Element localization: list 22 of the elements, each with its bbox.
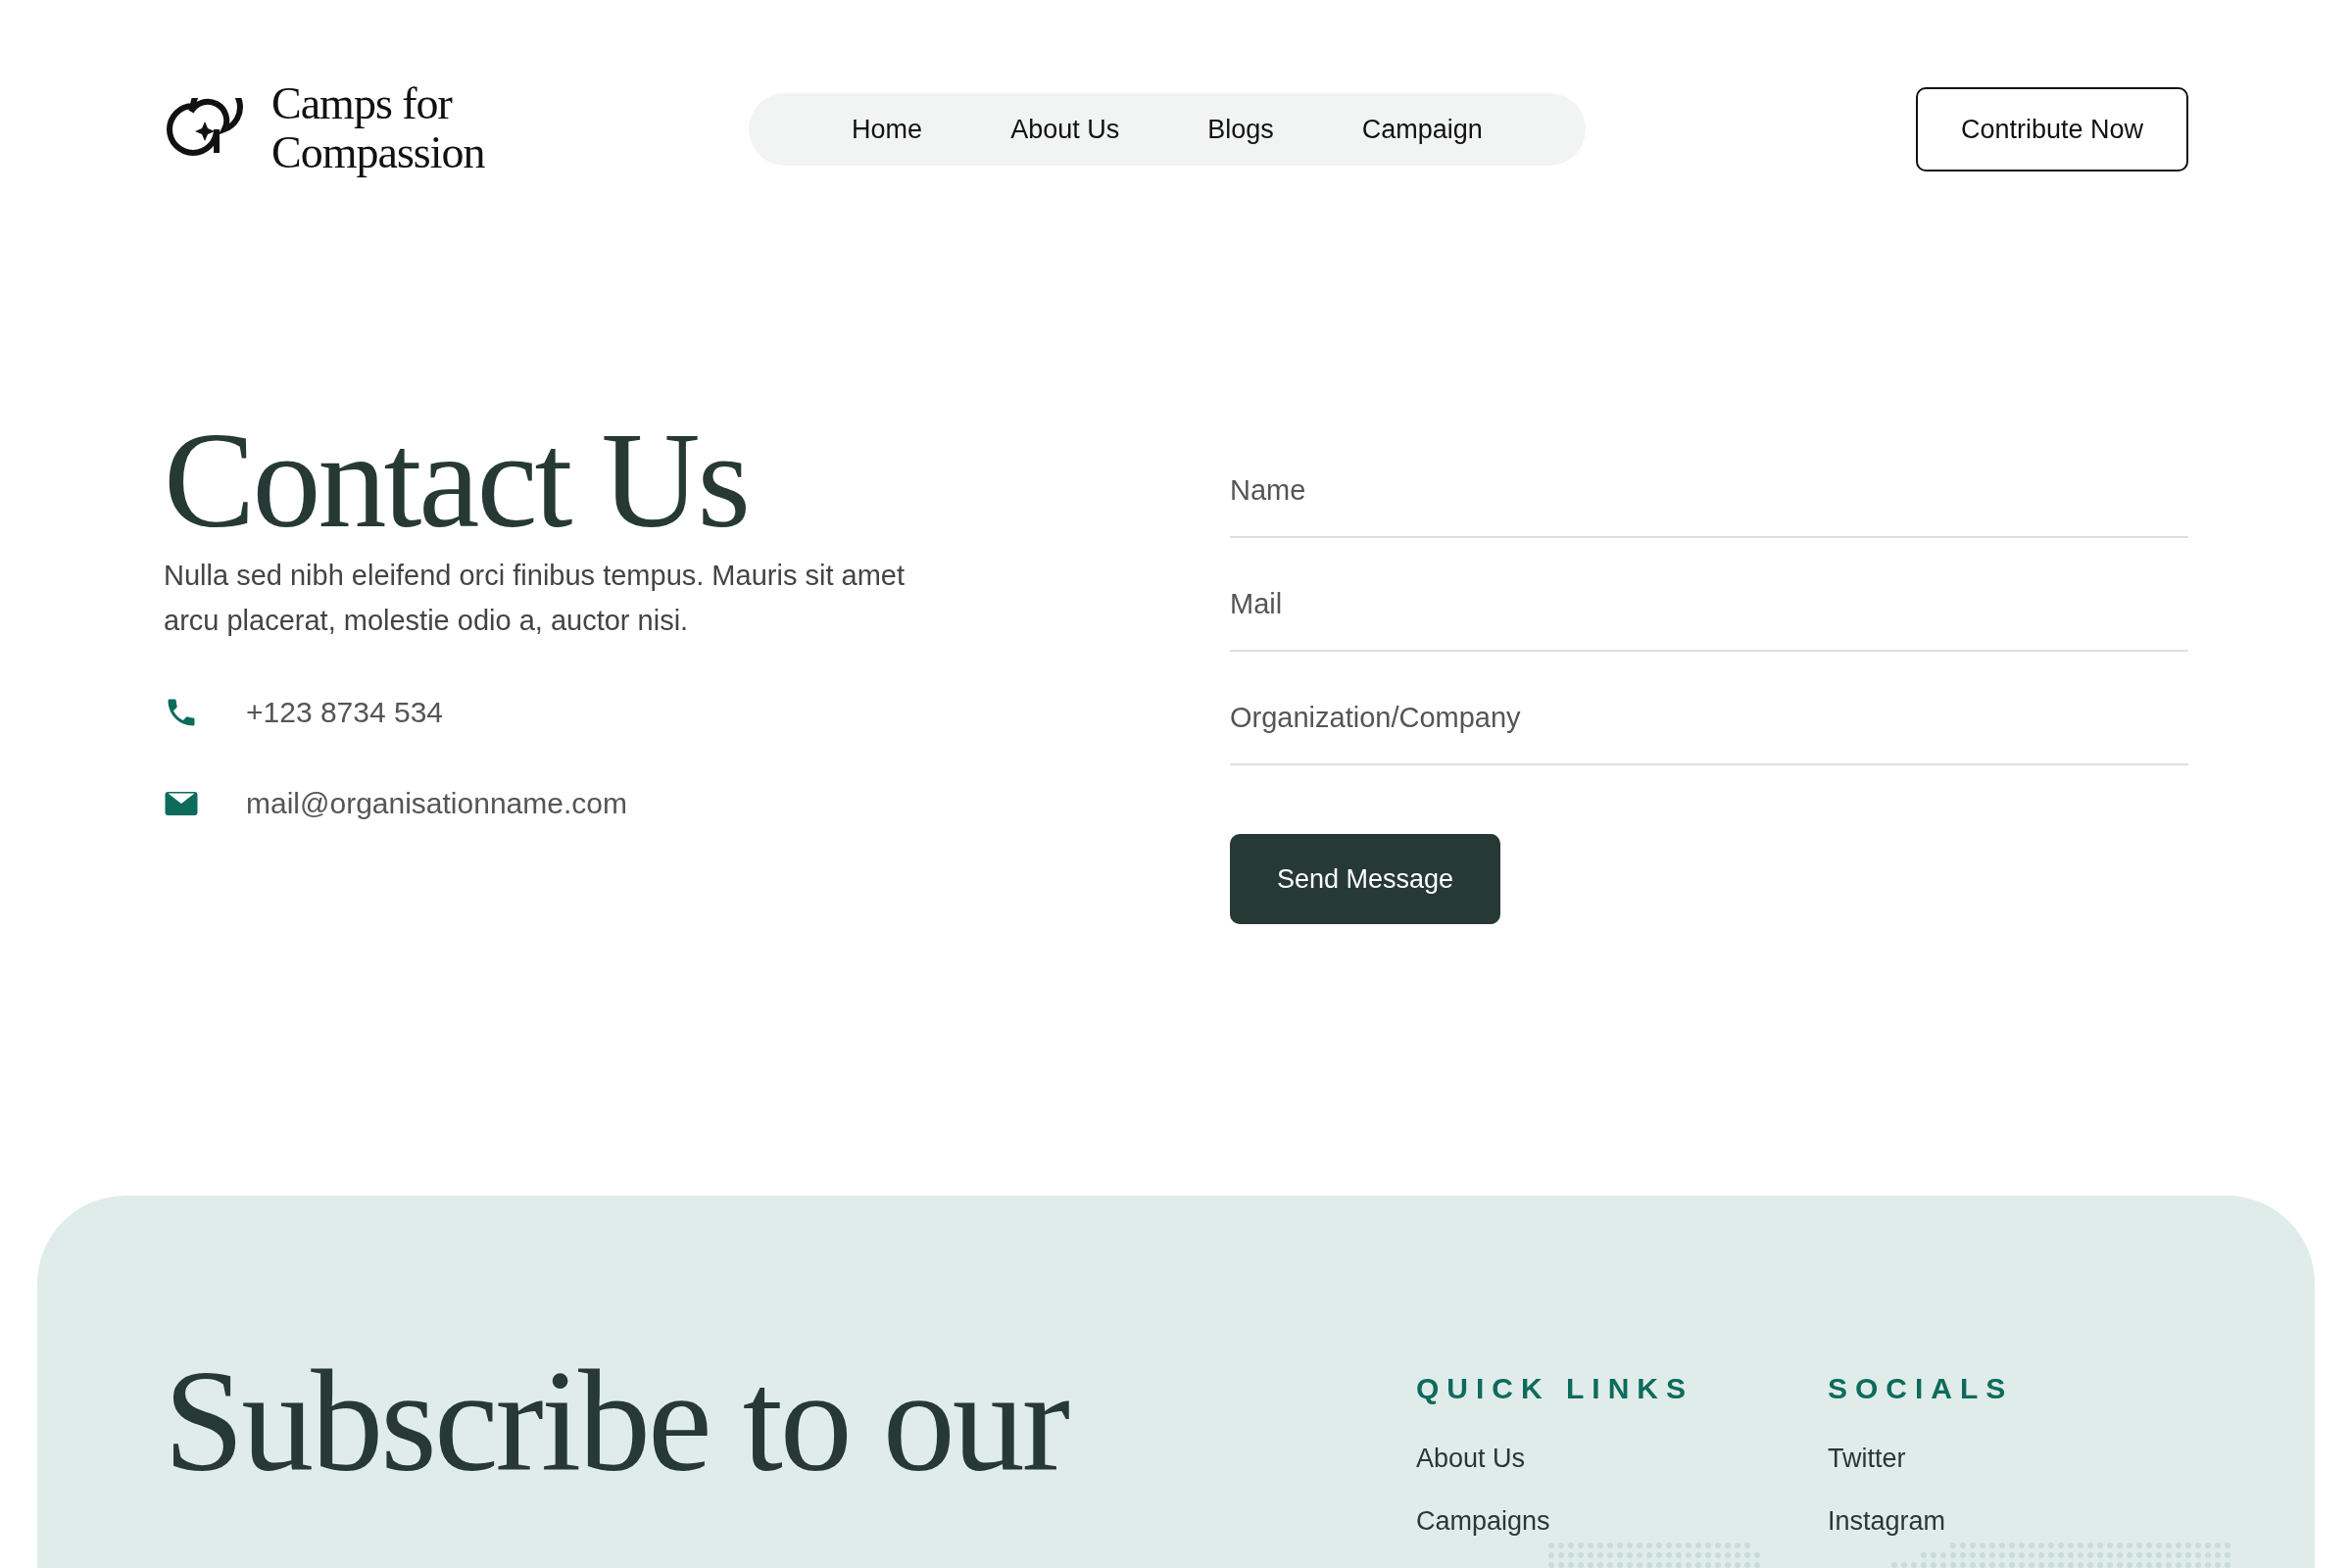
footer-link[interactable]: Instagram <box>1828 1490 2239 1552</box>
newsletter-heading: Subscribe to our <box>164 1348 1069 1503</box>
footer-link[interactable]: Campaigns <box>1416 1490 1828 1552</box>
footer-link[interactable]: Twitter <box>1828 1427 2239 1490</box>
column-title: QUICK LINKS <box>1416 1372 1694 1405</box>
input-field[interactable]: Name <box>1230 444 2188 538</box>
logo-text: Camps for <box>271 80 454 129</box>
column-title: SOCIALS <box>1828 1372 2015 1405</box>
footer-link[interactable]: About Us <box>1416 1427 1828 1490</box>
page-title: Contact Us <box>164 412 750 549</box>
contact-detail: +123 8734 534 <box>246 696 444 729</box>
contribute-button[interactable]: Contribute Now <box>1915 87 2188 172</box>
nav-link[interactable]: Home <box>808 114 967 145</box>
contact-detail: mail@organisationname.com <box>246 787 627 820</box>
input-field[interactable]: Mail <box>1230 558 2188 652</box>
nav-link[interactable]: About Us <box>966 114 1164 145</box>
intro-text: Nulla sed nibh eleifend orci finibus tempus. Mauris sit amet arcu placerat, molestie odio a, auctor nisi. <box>164 559 906 638</box>
logo-text: Compassion <box>271 129 486 178</box>
input-field[interactable]: Organization/Company <box>1230 671 2188 765</box>
nav-link[interactable]: Campaign <box>1317 114 1527 145</box>
nav-link[interactable]: Blogs <box>1163 114 1318 145</box>
send-button[interactable]: Send Message <box>1230 834 1500 924</box>
